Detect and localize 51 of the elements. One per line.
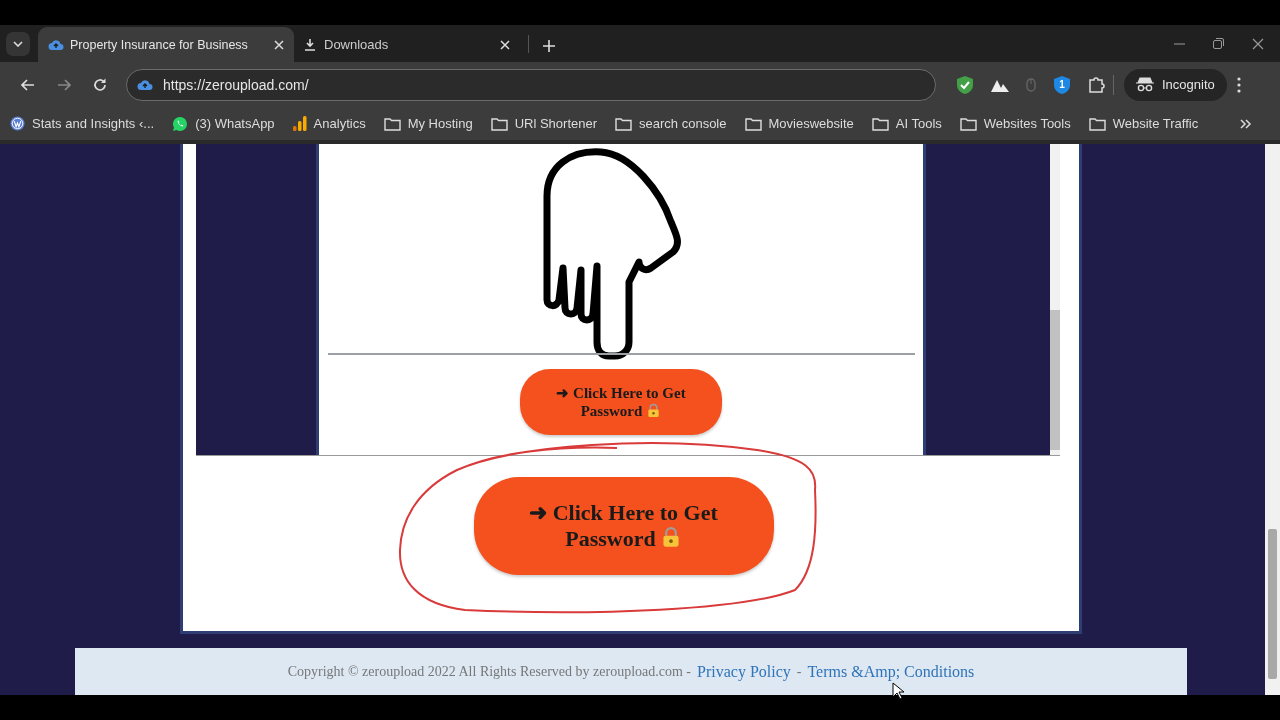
cursor-icon [892, 682, 904, 700]
bookmark-item[interactable]: AI Tools [871, 116, 942, 131]
browser-tab[interactable]: Downloads [294, 27, 520, 62]
close-icon[interactable] [1252, 37, 1264, 50]
bookmark-item[interactable]: URl Shortener [490, 116, 598, 131]
folder-icon [490, 116, 508, 131]
browser-tab[interactable]: Property Insurance for Business [38, 27, 294, 62]
bookmark-item[interactable]: Websites Tools [959, 116, 1071, 131]
bookmark-item[interactable]: Movieswebsite [744, 116, 854, 131]
caret-icon [13, 41, 23, 47]
bookmark-item[interactable]: search console [615, 116, 727, 131]
get-password-button[interactable]: ➜ Click Here to Get Password [520, 369, 722, 435]
lock-icon [646, 403, 662, 418]
footer-link[interactable]: Privacy Policy [697, 662, 791, 681]
address-bar[interactable]: https://zeroupload.com/ [126, 68, 936, 101]
bookmark-item[interactable]: Analytics [292, 116, 366, 131]
incognito-button[interactable]: Incognito [1124, 68, 1227, 101]
scrollbar[interactable] [1265, 144, 1280, 695]
chevron-icon[interactable] [1240, 118, 1252, 129]
download-icon [304, 38, 316, 51]
footer-text: - [796, 663, 802, 680]
bookmark-item[interactable]: Website Traffic [1088, 116, 1199, 131]
folder-icon [959, 116, 977, 131]
whatsapp-icon [172, 115, 189, 132]
footer-text: Copyright © zeroupload 2022 All Rights Reserved by zeroupload.com - [287, 663, 691, 680]
bookmark-item[interactable]: (3) WhatsApp [172, 115, 275, 132]
folder-icon [615, 116, 633, 131]
shield-check-icon[interactable] [956, 74, 974, 95]
wordpress-icon [10, 116, 25, 131]
incognito-icon [1136, 77, 1154, 92]
shield-extension-icon[interactable]: 1 [1053, 74, 1071, 95]
tab-list-button[interactable] [6, 32, 30, 56]
back-arrow-icon [21, 78, 35, 91]
cloud-upload-icon [137, 78, 153, 91]
bookmark-item[interactable]: Stats and Insights ‹... [10, 116, 155, 131]
folder-icon [744, 116, 762, 131]
puzzle-icon[interactable] [1088, 76, 1105, 93]
cloud-upload-icon [48, 38, 64, 51]
bar-chart-icon [292, 116, 307, 131]
reload-icon [93, 77, 107, 92]
scrollbar[interactable] [1050, 144, 1060, 455]
menu-icon[interactable] [1236, 76, 1241, 93]
folder-icon [383, 116, 401, 131]
plus-icon [543, 40, 555, 52]
folder-icon [871, 116, 889, 131]
restore-icon[interactable] [1213, 37, 1224, 49]
folder-icon [1088, 116, 1106, 131]
get-password-button[interactable]: ➜ Click Here to Get Password [473, 477, 774, 575]
bookmark-item[interactable]: My Hosting [383, 116, 473, 131]
forward-arrow-icon [57, 78, 71, 91]
footer-link[interactable]: Terms &Amp; Conditions [807, 662, 975, 681]
